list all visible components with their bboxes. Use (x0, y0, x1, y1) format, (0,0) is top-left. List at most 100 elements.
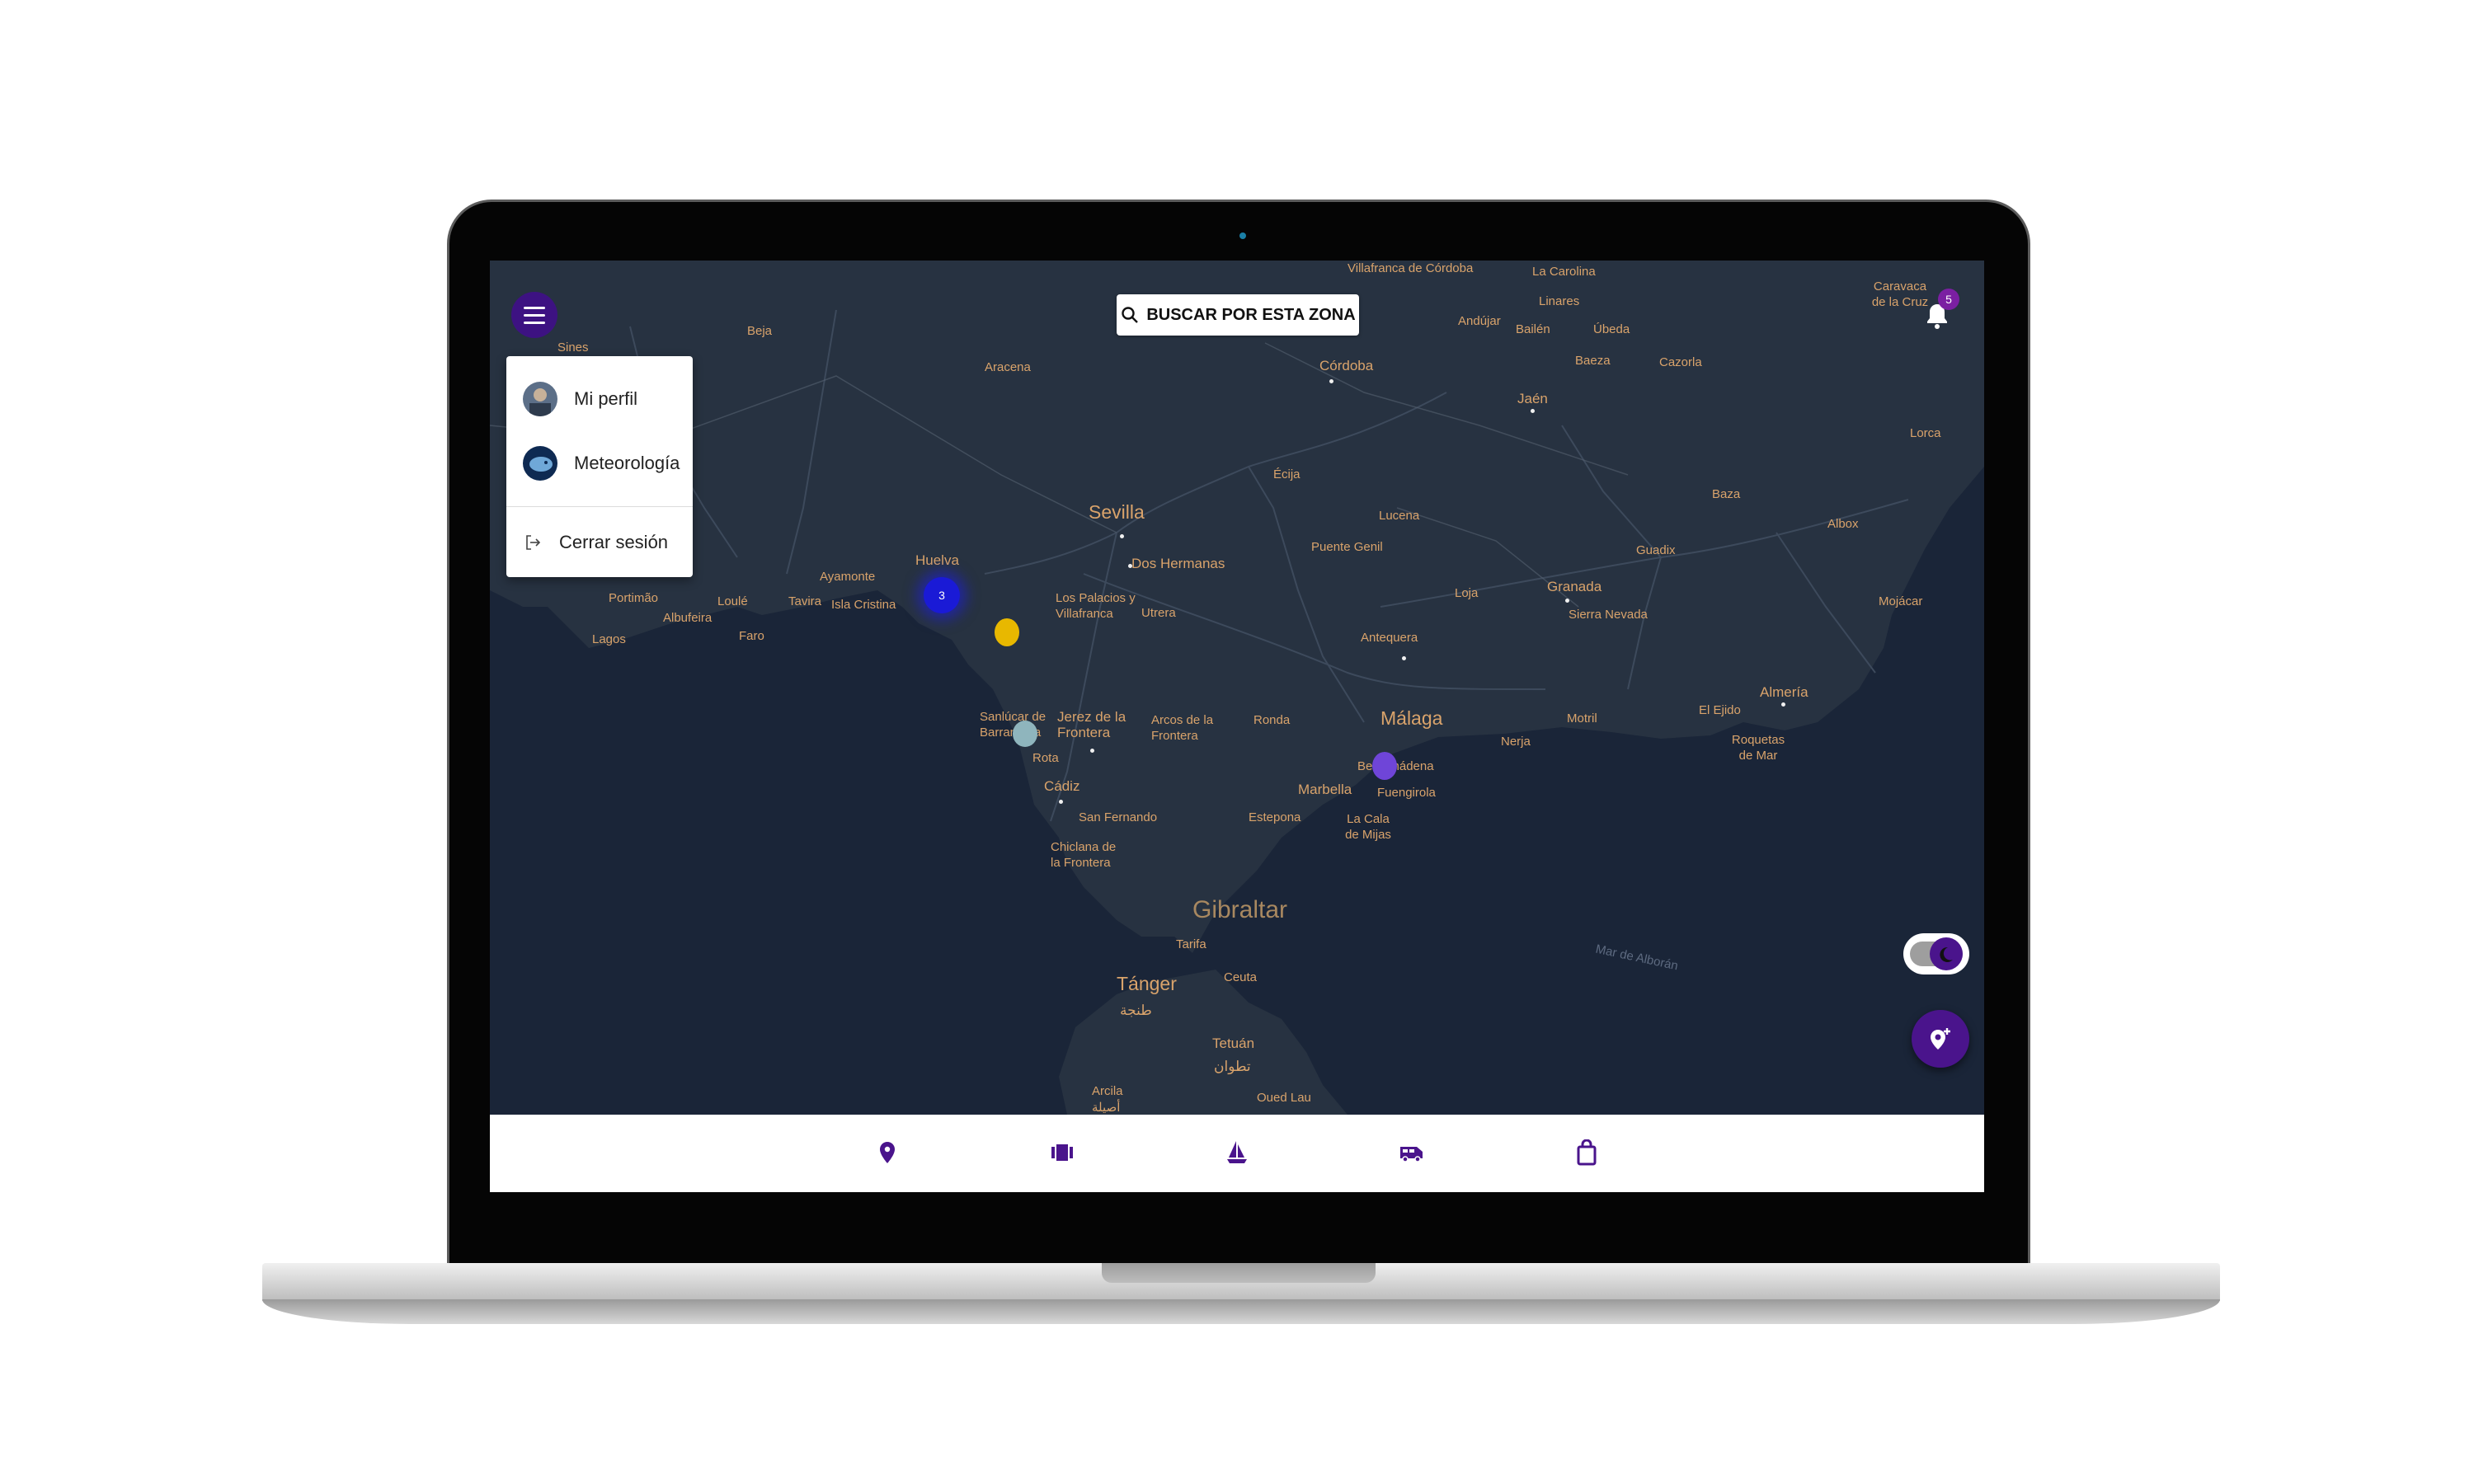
city-marker (1565, 599, 1569, 603)
map-label: Los Palacios y Villafranca (1056, 591, 1136, 621)
add-location-button[interactable] (1912, 1010, 1969, 1068)
map-label: Arcila (1092, 1084, 1123, 1098)
city-marker (1781, 702, 1785, 707)
map-label: أصيلة (1092, 1101, 1121, 1115)
map-label: Lagos (592, 632, 626, 646)
map-label: Puente Genil (1311, 540, 1383, 554)
map-label: Fuengirola (1377, 786, 1436, 800)
map-poi-marker[interactable] (1372, 752, 1397, 780)
location-pin-icon[interactable] (874, 1138, 901, 1167)
map-label: Ronda (1253, 713, 1291, 727)
map-label: Jaén (1517, 391, 1548, 406)
map-label: Faro (739, 629, 764, 643)
city-marker (1128, 564, 1132, 568)
logout-icon (523, 533, 543, 552)
map-label: Tavira (788, 594, 822, 608)
map-poi-marker[interactable] (995, 618, 1019, 646)
map-label: Lucena (1379, 509, 1420, 523)
dark-mode-toggle[interactable] (1903, 933, 1969, 974)
laptop-notch (1102, 1263, 1376, 1283)
city-marker (1402, 656, 1406, 660)
weather-avatar (523, 446, 557, 481)
map-label: El Ejido (1699, 703, 1741, 717)
map-label: Marbella (1298, 782, 1352, 797)
map-label: Roquetas de Mar (1731, 733, 1785, 763)
city-marker (1090, 749, 1094, 753)
map-label: Albox (1827, 517, 1859, 531)
map-label: Aracena (985, 360, 1031, 374)
menu-icon (524, 306, 545, 309)
notification-badge: 5 (1938, 289, 1959, 310)
logout-button[interactable]: Cerrar sesión (506, 518, 693, 567)
map-label: Mojácar (1879, 594, 1923, 608)
map-label: Cazorla (1659, 355, 1702, 369)
map-label: La Cala de Mijas (1345, 812, 1391, 842)
menu-item-weather[interactable]: Meteorología (506, 439, 693, 488)
profile-avatar (523, 382, 557, 416)
van-icon[interactable] (1399, 1138, 1425, 1167)
map-label: Gibraltar (1192, 896, 1288, 923)
search-icon (1120, 305, 1140, 325)
map-poi-marker[interactable] (1013, 721, 1037, 747)
map-label: Isla Cristina (831, 598, 896, 612)
map-label: Dos Hermanas (1131, 556, 1225, 571)
menu-item-profile[interactable]: Mi perfil (506, 374, 693, 424)
map-label: Estepona (1249, 810, 1301, 824)
menu-item-label: Mi perfil (574, 388, 638, 409)
moon-icon (1930, 937, 1963, 970)
map-label: Baza (1712, 487, 1741, 501)
city-marker (1531, 409, 1535, 413)
search-area-label: BUSCAR POR ESTA ZONA (1146, 305, 1356, 324)
map-label: Ayamonte (820, 570, 876, 584)
map-label: Ceuta (1224, 970, 1258, 984)
map-label: Albufeira (663, 611, 713, 625)
add-location-icon (1926, 1025, 1954, 1053)
map-label: La Carolina (1532, 265, 1596, 279)
carousel-icon[interactable] (1049, 1138, 1075, 1167)
map-label: Loja (1455, 586, 1479, 600)
map-cluster-marker[interactable]: 3 (924, 577, 960, 613)
city-marker (1329, 379, 1333, 383)
map-label: Tarifa (1176, 937, 1206, 951)
menu-item-label: Meteorología (574, 453, 680, 473)
map-label: Villafranca de Córdoba (1348, 261, 1474, 275)
map-label: Granada (1547, 579, 1602, 594)
city-marker (1059, 800, 1063, 804)
webcam (1239, 232, 1246, 239)
map-label: Sines (557, 340, 589, 355)
user-menu: Mi perfil Meteorología Cerrar sesión (506, 356, 693, 577)
menu-divider (506, 506, 693, 507)
sailboat-icon[interactable] (1224, 1138, 1250, 1167)
map-label: Baeza (1575, 354, 1611, 368)
map[interactable]: Villafranca de Córdoba La Carolina Carav… (490, 261, 1984, 1115)
map-label: Arcos de la Frontera (1151, 713, 1214, 743)
laptop-base-bottom (262, 1299, 2220, 1324)
map-label: Nerja (1501, 735, 1531, 749)
search-area-button[interactable]: BUSCAR POR ESTA ZONA (1117, 294, 1359, 336)
map-label: Écija (1273, 467, 1300, 481)
menu-icon-line (524, 313, 545, 317)
map-label: Bailén (1516, 322, 1550, 336)
map-label: Andújar (1458, 314, 1501, 328)
map-label: Loulé (717, 594, 748, 608)
map-label: Huelva (915, 552, 959, 568)
shopping-bag-icon[interactable] (1573, 1138, 1600, 1167)
map-label: Cádiz (1044, 778, 1080, 794)
map-label: Motril (1567, 711, 1597, 726)
map-label: Guadix (1636, 543, 1676, 557)
map-label: Sevilla (1089, 501, 1145, 523)
bottom-navigation (490, 1115, 1984, 1192)
map-label: Chiclana de la Frontera (1051, 840, 1117, 870)
map-label: تطوان (1214, 1059, 1251, 1074)
map-label: Portimão (609, 591, 659, 605)
map-label: Tánger (1117, 973, 1177, 994)
map-label: Utrera (1141, 606, 1176, 620)
map-label: طنجة (1120, 1003, 1152, 1018)
map-label: Linares (1539, 294, 1580, 308)
logout-label: Cerrar sesión (559, 532, 669, 552)
map-label: Jerez de la Frontera (1057, 709, 1126, 740)
map-label: Beja (747, 324, 773, 338)
menu-button[interactable] (511, 292, 557, 338)
app-screen: Villafranca de Córdoba La Carolina Carav… (490, 261, 1984, 1192)
map-label: Córdoba (1319, 358, 1374, 373)
